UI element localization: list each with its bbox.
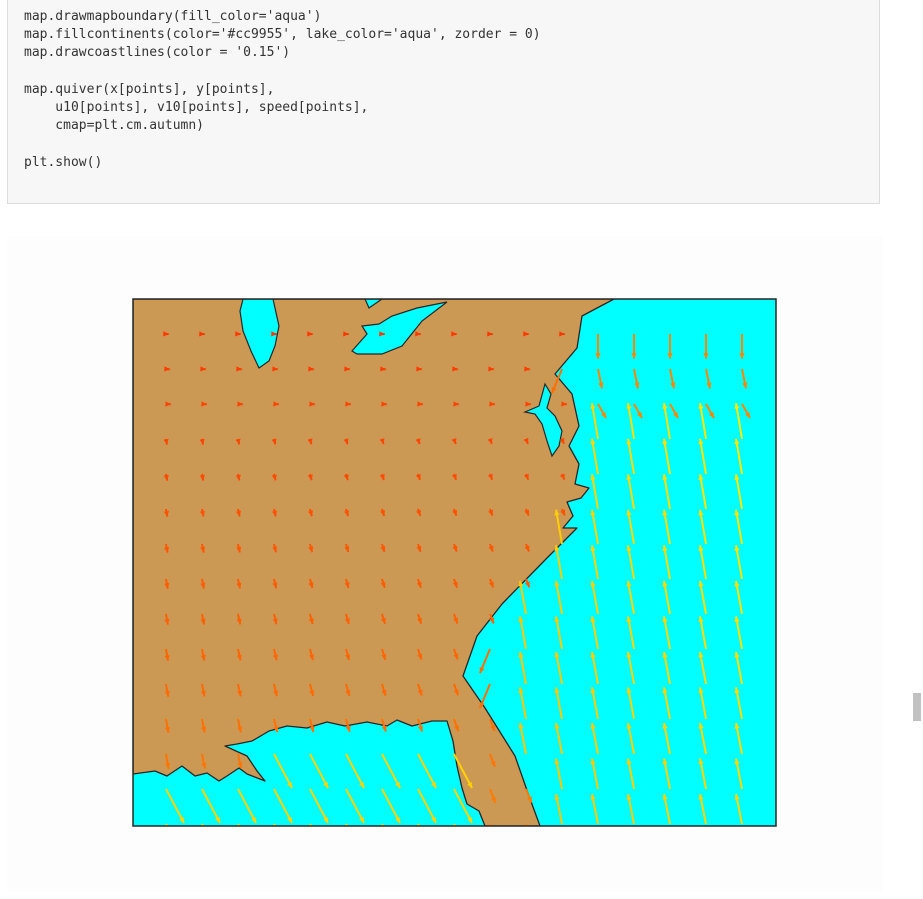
map-figure xyxy=(132,298,777,858)
quiver-arrowhead xyxy=(467,852,472,858)
quiver-arrow xyxy=(309,823,313,826)
quiver-arrow xyxy=(201,823,205,826)
quiver-arrow xyxy=(381,823,385,826)
quiver-arrow xyxy=(165,823,169,826)
quiver-arrowhead xyxy=(359,852,364,858)
quiver-arrow xyxy=(453,823,457,826)
quiver-arrow xyxy=(417,823,421,826)
quiver-arrowhead xyxy=(491,833,496,839)
code-line: map.drawcoastlines(color = '0.15') xyxy=(24,45,291,61)
quiver-arrowhead xyxy=(287,852,292,858)
code-line: map.fillcontinents(color='#cc9955', lake… xyxy=(24,27,541,43)
code-line: plt.show() xyxy=(24,154,103,170)
quiver-arrow xyxy=(273,823,277,826)
code-line: cmap=plt.cm.autumn) xyxy=(24,118,205,134)
quiver-arrowhead xyxy=(527,833,532,839)
quiver-arrowhead xyxy=(251,852,256,858)
quiver-arrowhead xyxy=(215,852,220,858)
quiver-arrowhead xyxy=(323,852,328,858)
quiver-arrowhead xyxy=(431,852,436,858)
scrollbar-thumb[interactable] xyxy=(913,693,921,721)
code-editor[interactable]: map.drawmapboundary(fill_color='aqua')ma… xyxy=(8,0,879,172)
quiver-arrow xyxy=(345,823,349,826)
code-cell[interactable]: map.drawmapboundary(fill_color='aqua')ma… xyxy=(7,0,880,204)
quiver-arrowhead xyxy=(179,852,184,858)
quiver-arrowhead xyxy=(395,852,400,858)
code-line: map.quiver(x[points], y[points], xyxy=(24,81,275,97)
notebook-page: map.drawmapboundary(fill_color='aqua')ma… xyxy=(0,0,923,899)
code-line: u10[points], v10[points], speed[points], xyxy=(24,99,369,115)
output-area xyxy=(7,236,882,892)
quiver-arrow xyxy=(237,823,241,826)
code-line: map.drawmapboundary(fill_color='aqua') xyxy=(24,9,322,24)
